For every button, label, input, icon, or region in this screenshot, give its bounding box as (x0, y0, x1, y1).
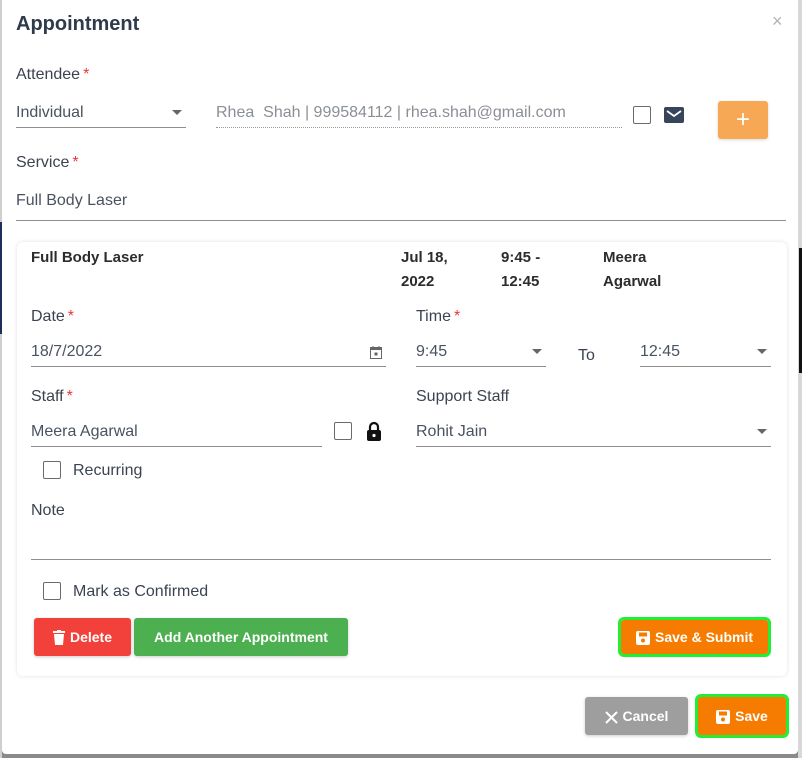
save-submit-label: Save & Submit (654, 629, 754, 645)
chevron-down-icon (757, 429, 767, 434)
date-label-text: Date (31, 308, 65, 325)
date-input[interactable]: 18/7/2022 (31, 337, 386, 367)
appointment-card: Full Body Laser Jul 18, 2022 9:45 - 12:4… (17, 242, 787, 676)
cancel-button[interactable]: Cancel (585, 697, 688, 735)
support-staff-select[interactable]: Rohit Jain (416, 417, 771, 447)
summary-service: Full Body Laser (31, 249, 144, 266)
lock-icon (367, 421, 381, 441)
summary-staff-line2: Agarwal (603, 273, 662, 290)
service-value: Full Body Laser (16, 192, 128, 209)
recurring-label: Recurring (73, 462, 143, 479)
calendar-icon[interactable] (370, 346, 382, 359)
staff-label: Staff * (31, 388, 73, 406)
delete-button[interactable]: Delete (34, 618, 131, 656)
end-time-value: 12:45 (640, 343, 681, 360)
summary-staff: Meera Agarwal (603, 246, 661, 294)
add-client-button[interactable]: + (718, 101, 768, 139)
time-label: Time * (416, 308, 460, 326)
appointment-dialog: Appointment × Attendee * Individual Rhea … (2, 0, 798, 754)
start-time-select[interactable]: 9:45 (416, 337, 546, 367)
summary-time-line1: 9:45 - (501, 249, 541, 266)
recurring-checkbox[interactable] (43, 461, 61, 479)
delete-label: Delete (69, 629, 113, 645)
summary-staff-line1: Meera (603, 249, 647, 266)
required-mark: * (72, 154, 79, 171)
summary-time: 9:45 - 12:45 (501, 246, 540, 294)
summary-date-line2: 2022 (401, 273, 435, 290)
close-icon[interactable]: × (772, 11, 783, 32)
add-another-appointment-button[interactable]: Add Another Appointment (134, 618, 348, 656)
envelope-icon (664, 107, 684, 123)
save-and-submit-button[interactable]: Save & Submit (618, 617, 771, 657)
service-label-text: Service (16, 154, 70, 171)
attendee-label-text: Attendee (16, 66, 81, 83)
chevron-down-icon (172, 110, 182, 115)
summary-time-line2: 12:45 (501, 273, 540, 290)
client-value: Rhea Shah | 999584112 | rhea.shah@gmail.… (216, 104, 566, 121)
note-input[interactable] (31, 526, 771, 560)
chevron-down-icon (757, 349, 767, 354)
staff-value: Meera Agarwal (31, 423, 138, 440)
time-to-label: To (578, 347, 595, 364)
dialog-title: Appointment (16, 13, 140, 35)
close-icon (604, 711, 618, 724)
staff-label-text: Staff (31, 388, 64, 405)
service-label: Service * (16, 154, 79, 172)
start-time-value: 9:45 (416, 343, 448, 360)
time-label-text: Time (416, 308, 451, 325)
attendee-label: Attendee * (16, 66, 89, 84)
summary-date-line1: Jul 18, (401, 249, 448, 266)
cancel-label: Cancel (622, 708, 669, 724)
required-mark: * (67, 308, 75, 325)
date-value: 18/7/2022 (31, 343, 103, 360)
required-mark: * (453, 308, 461, 325)
attendee-type-value: Individual (16, 104, 84, 121)
staff-input[interactable]: Meera Agarwal (31, 417, 322, 447)
email-notify-checkbox[interactable] (633, 106, 651, 124)
date-label: Date * (31, 308, 74, 326)
attendee-type-select[interactable]: Individual (16, 98, 186, 128)
staff-lock-checkbox[interactable] (334, 422, 352, 440)
service-input[interactable]: Full Body Laser (16, 186, 786, 221)
support-staff-value: Rohit Jain (416, 423, 488, 440)
save-button[interactable]: Save (695, 694, 789, 738)
required-mark: * (83, 66, 90, 83)
add-another-label: Add Another Appointment (154, 629, 328, 645)
save-label: Save (735, 708, 768, 724)
chevron-down-icon (532, 349, 542, 354)
backdrop-right (798, 0, 802, 758)
mark-confirmed-label: Mark as Confirmed (73, 583, 209, 600)
summary-date: Jul 18, 2022 (401, 246, 448, 294)
save-icon (716, 710, 731, 724)
save-icon (635, 631, 650, 645)
trash-icon (52, 630, 65, 645)
required-mark: * (66, 388, 73, 405)
end-time-select[interactable]: 12:45 (640, 337, 771, 367)
client-search-input[interactable]: Rhea Shah | 999584112 | rhea.shah@gmail.… (216, 98, 622, 128)
support-staff-label: Support Staff (416, 388, 510, 405)
mark-confirmed-checkbox[interactable] (43, 582, 61, 600)
note-label: Note (31, 502, 65, 519)
